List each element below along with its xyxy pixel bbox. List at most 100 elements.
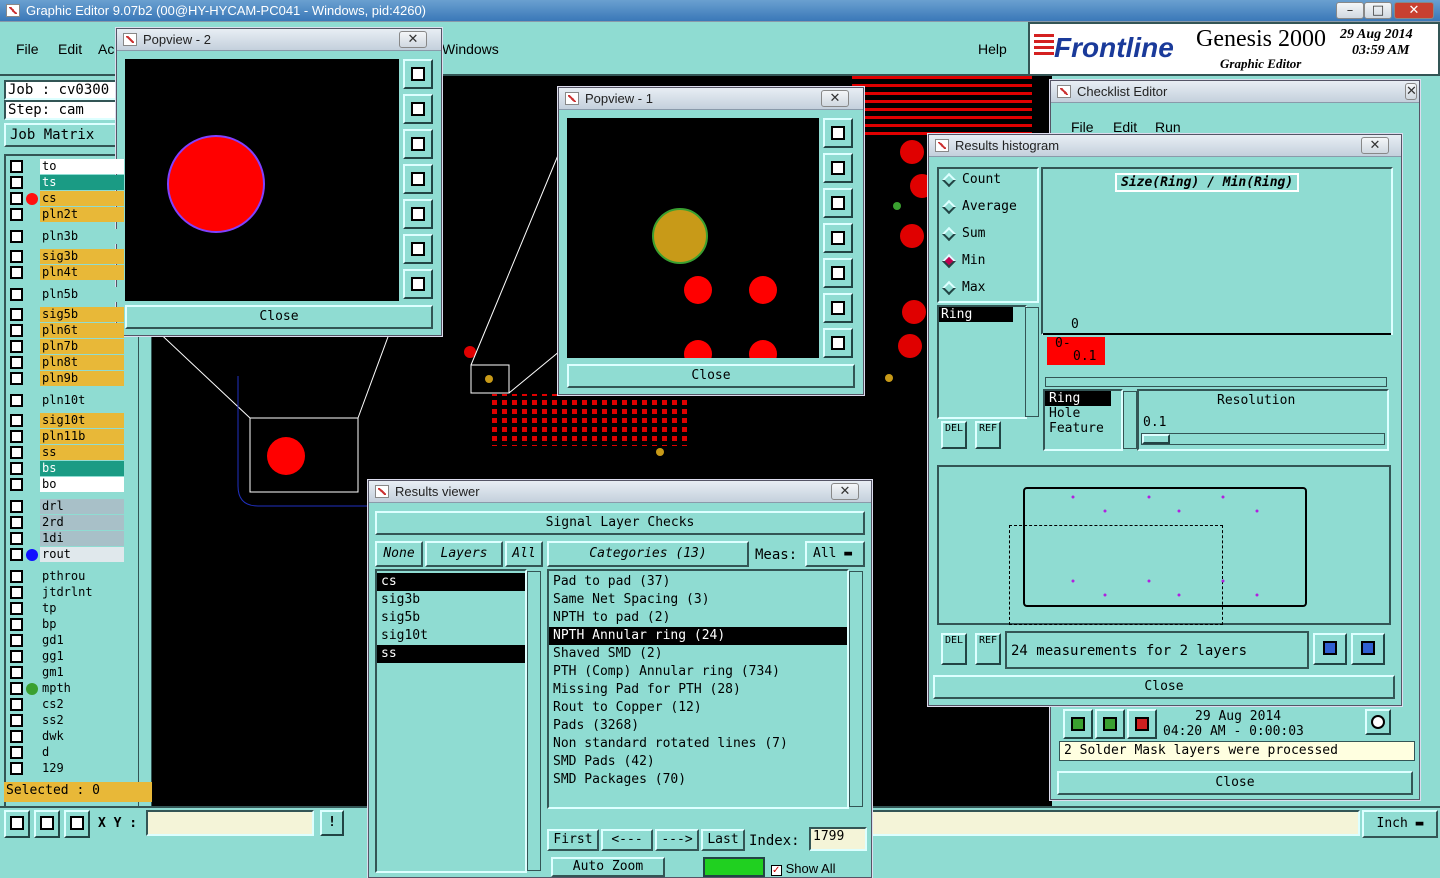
layer-row[interactable]: cs2	[8, 697, 126, 712]
first-button[interactable]: First	[547, 829, 599, 851]
layer-name[interactable]: cs2	[40, 697, 124, 712]
layer-name[interactable]: drl	[40, 499, 124, 514]
layer-name[interactable]: pln6t	[40, 323, 124, 338]
units-select[interactable]: Inch ▬	[1362, 810, 1438, 838]
layer-row[interactable]: mpth	[8, 681, 126, 696]
layer-row[interactable]: dwk	[8, 729, 126, 744]
view-tool-icon[interactable]	[403, 269, 433, 299]
layer-row[interactable]: pln9b	[8, 371, 126, 386]
view-tool-icon[interactable]	[823, 223, 853, 253]
layer-checkbox[interactable]	[10, 372, 23, 385]
layer-row[interactable]: rout	[8, 547, 126, 562]
layer-checkbox[interactable]	[10, 516, 23, 529]
layer-checkbox[interactable]	[10, 266, 23, 279]
category-item[interactable]: Shaved SMD (2)	[549, 645, 847, 663]
layer-name[interactable]: cs	[40, 191, 124, 206]
layer-row[interactable]: ss2	[8, 713, 126, 728]
category-scrollbar[interactable]	[849, 571, 863, 807]
tool-icon-2[interactable]	[34, 810, 60, 838]
layer-checkbox[interactable]	[10, 160, 23, 173]
view-tool-icon[interactable]	[403, 199, 433, 229]
menu-help[interactable]: Help	[978, 41, 1007, 57]
layer-name[interactable]: dwk	[40, 729, 124, 744]
layer-row[interactable]: bo	[8, 477, 126, 492]
zoom-icon[interactable]	[1365, 709, 1391, 735]
layer-name[interactable]: gd1	[40, 633, 124, 648]
maximize-button[interactable]: □	[1364, 2, 1392, 19]
view-tool-icon[interactable]	[823, 328, 853, 358]
attr-item[interactable]: Hole	[1045, 406, 1121, 421]
layer-row[interactable]: 129	[8, 761, 126, 776]
layer-name[interactable]: pln7b	[40, 339, 124, 354]
category-item[interactable]: Rout to Copper (12)	[549, 699, 847, 717]
minimize-button[interactable]: –	[1336, 2, 1364, 19]
view-tool-icon[interactable]	[403, 129, 433, 159]
popview-1-close-x[interactable]: ✕	[821, 90, 849, 107]
layer-name[interactable]: pln8t	[40, 355, 124, 370]
category-item[interactable]: SMD Packages (70)	[549, 771, 847, 789]
checklist-close-x[interactable]: ✕	[1405, 83, 1417, 100]
layer-row[interactable]: pln2t	[8, 207, 126, 222]
checklist-close-button[interactable]: Close	[1057, 771, 1413, 795]
ref-button-2[interactable]: REF	[975, 633, 1001, 665]
xy-input[interactable]	[146, 810, 314, 836]
layer-name[interactable]: pln10t	[40, 393, 124, 408]
all-button[interactable]: All	[505, 541, 543, 567]
layer-checkbox[interactable]	[10, 634, 23, 647]
result-layer-item[interactable]: sig5b	[377, 609, 525, 627]
layer-row[interactable]: to	[8, 159, 126, 174]
layer-name[interactable]: pln9b	[40, 371, 124, 386]
view-tool-icon[interactable]	[823, 153, 853, 183]
layer-name[interactable]: bs	[40, 461, 124, 476]
alert-icon[interactable]: !	[320, 810, 344, 836]
layer-checkbox[interactable]	[10, 250, 23, 263]
layer-checkbox[interactable]	[10, 308, 23, 321]
meas-item[interactable]: Ring	[939, 307, 1013, 322]
layer-checkbox[interactable]	[10, 666, 23, 679]
view-tool-icon[interactable]	[403, 164, 433, 194]
close-window-button[interactable]: ✕	[1394, 2, 1434, 19]
attr-item[interactable]: Ring	[1045, 391, 1111, 406]
layer-row[interactable]: cs	[8, 191, 126, 206]
layer-row[interactable]: jtdrlnt	[8, 585, 126, 600]
layer-row[interactable]: sig5b	[8, 307, 126, 322]
mode-radio[interactable]: Count	[941, 172, 1001, 187]
layer-row[interactable]: pln6t	[8, 323, 126, 338]
layer-name[interactable]: bp	[40, 617, 124, 632]
view-tool-icon[interactable]	[823, 188, 853, 218]
layer-name[interactable]: ss2	[40, 713, 124, 728]
histogram-bin[interactable]: 0- 0.1	[1047, 337, 1105, 365]
mode-radio[interactable]: Sum	[941, 226, 985, 241]
layer-row[interactable]: pln4t	[8, 265, 126, 280]
layer-checkbox[interactable]	[10, 730, 23, 743]
view-tool-icon[interactable]	[823, 118, 853, 148]
layer-result-scrollbar[interactable]	[527, 571, 541, 871]
layer-name[interactable]: mpth	[40, 681, 124, 696]
tool-icon-3[interactable]	[64, 810, 90, 838]
last-button[interactable]: Last	[701, 829, 745, 851]
histogram-hscroll[interactable]	[1045, 377, 1387, 387]
layer-checkbox[interactable]	[10, 356, 23, 369]
check-run-icon[interactable]	[1095, 709, 1125, 739]
layer-name[interactable]: bo	[40, 477, 124, 492]
results-viewer-close-x[interactable]: ✕	[831, 483, 859, 500]
layer-name[interactable]: pln11b	[40, 429, 124, 444]
layer-name[interactable]: sig5b	[40, 307, 124, 322]
categories-button[interactable]: Categories (13)	[547, 541, 749, 567]
export-icon[interactable]	[1313, 633, 1347, 665]
layer-checkbox[interactable]	[10, 394, 23, 407]
layer-name[interactable]: 2rd	[40, 515, 124, 530]
layer-checkbox[interactable]	[10, 500, 23, 513]
popview-2-close-x[interactable]: ✕	[399, 31, 427, 48]
check-stop-icon[interactable]	[1127, 709, 1157, 739]
layer-checkbox[interactable]	[10, 698, 23, 711]
layer-row[interactable]: ts	[8, 175, 126, 190]
del-button[interactable]: DEL	[941, 421, 967, 449]
histogram-close-button[interactable]: Close	[933, 675, 1395, 699]
layer-row[interactable]: pln7b	[8, 339, 126, 354]
layer-row[interactable]: pln3b	[8, 229, 126, 244]
index-input[interactable]: 1799	[809, 827, 867, 851]
none-button[interactable]: None	[375, 541, 423, 567]
layers-button[interactable]: Layers	[425, 541, 503, 567]
menu-edit[interactable]: Edit	[58, 41, 82, 57]
